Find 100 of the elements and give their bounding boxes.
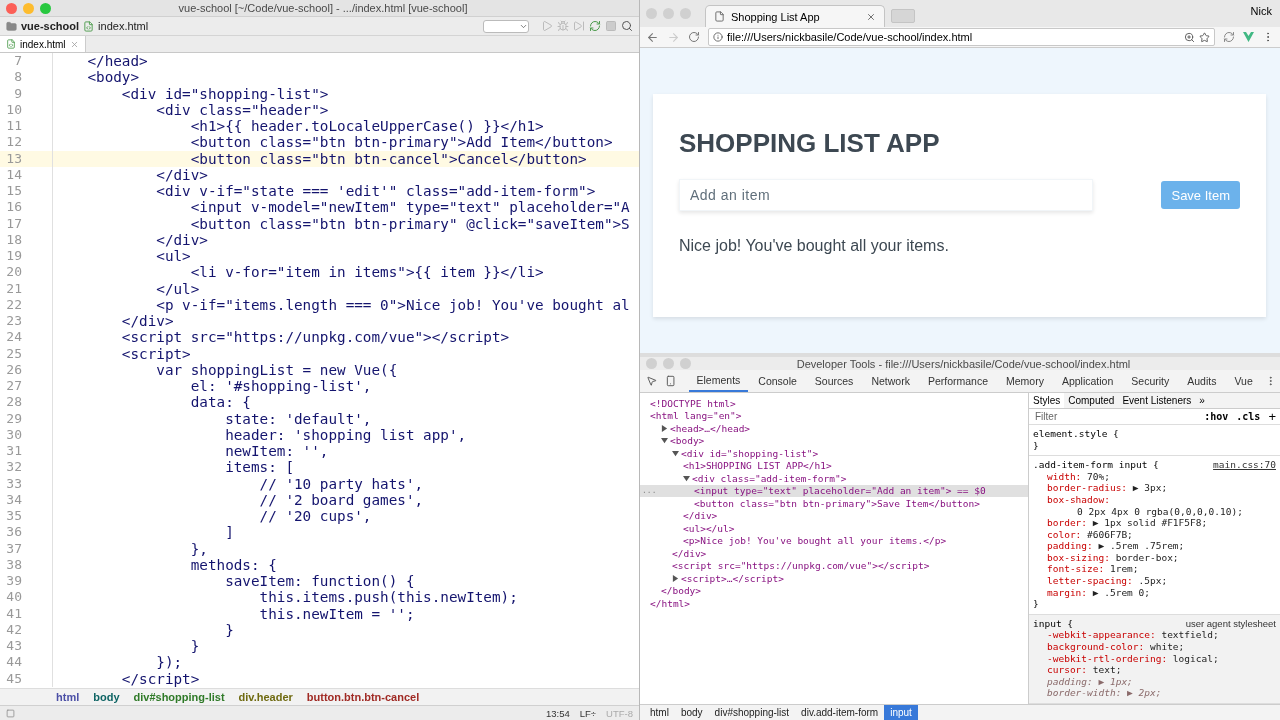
devtools-tab[interactable]: Performance	[919, 370, 996, 392]
css-property: cursor:	[1047, 664, 1088, 676]
dom-node-text: <div class="add-item-form">	[692, 472, 847, 484]
path-item[interactable]: div.header	[238, 691, 293, 703]
breadcrumb-item[interactable]: index.html	[98, 20, 149, 32]
devtools-tab[interactable]: Vue	[1226, 370, 1261, 392]
window-close-button[interactable]	[646, 358, 657, 369]
dom-node-text: <body>	[670, 435, 705, 447]
disclosure-triangle-icon[interactable]	[672, 449, 679, 457]
code-line: data: {	[189, 394, 251, 411]
path-item[interactable]: body	[93, 691, 120, 703]
path-item[interactable]: button.btn.btn-cancel	[306, 691, 420, 703]
dom-node-row[interactable]: </div>	[640, 509, 1028, 522]
file-tab[interactable]: index.html	[0, 36, 86, 52]
address-bar[interactable]: file:///Users/nickbasile/Code/vue-school/index.html	[708, 28, 1215, 46]
stop-icon[interactable]	[605, 20, 617, 32]
forward-icon[interactable]	[667, 30, 680, 44]
sync-icon[interactable]	[589, 20, 601, 32]
window-minimize-button[interactable]	[663, 358, 674, 369]
devtools-tab[interactable]: Network	[863, 370, 918, 392]
devtools-tab[interactable]: Console	[750, 370, 805, 392]
styles-tab[interactable]: Computed	[1064, 393, 1119, 408]
devtools-tab[interactable]: Audits	[1179, 370, 1225, 392]
disclosure-triangle-icon[interactable]	[661, 424, 668, 432]
debug-icon[interactable]	[557, 20, 569, 32]
dom-node-row[interactable]: <script>…</script>	[640, 572, 1028, 585]
disclosure-triangle-icon[interactable]	[672, 574, 679, 582]
window-close-button[interactable]	[646, 8, 657, 19]
stylesheet-source[interactable]: main.css:70	[1213, 459, 1276, 471]
disclosure-triangle-icon[interactable]	[683, 474, 690, 482]
dom-node-text: <!DOCTYPE html>	[650, 397, 736, 409]
inspect-icon[interactable]	[646, 375, 658, 387]
dom-node-row[interactable]: <button class="btn btn-primary">Save Item</button>	[640, 497, 1028, 510]
disclosure-triangle-icon[interactable]	[661, 437, 668, 445]
window-zoom-button[interactable]	[680, 8, 691, 19]
dom-node-row[interactable]: <html lang="en">	[640, 409, 1028, 422]
code-line: </script>	[120, 670, 200, 687]
path-item[interactable]: html	[56, 691, 80, 703]
devtools-tab[interactable]: Security	[1123, 370, 1178, 392]
css-property: -webkit-appearance:	[1047, 629, 1156, 641]
dom-node-row[interactable]: ... <input type="text" placeholder="Add an item"> == $0	[640, 484, 1028, 497]
device-icon[interactable]	[665, 375, 677, 387]
reload-icon[interactable]	[688, 31, 700, 43]
dom-node-row[interactable]: <script src="https://unpkg.com/vue"></script>	[640, 559, 1028, 572]
run-icon[interactable]	[541, 20, 553, 32]
window-zoom-button[interactable]	[680, 358, 691, 369]
line-number: 43	[5, 638, 22, 655]
line-number: 36	[5, 524, 22, 541]
close-icon[interactable]	[69, 39, 79, 49]
dom-node-row[interactable]: </body>	[640, 584, 1028, 597]
browser-tab[interactable]: Shopping List App	[705, 5, 885, 27]
code-line: this.newItem = '';	[258, 605, 415, 622]
star-icon[interactable]	[1199, 31, 1210, 43]
vue-logo-icon[interactable]	[1243, 32, 1254, 42]
dom-node-row[interactable]: <!DOCTYPE html>	[640, 397, 1028, 410]
styles-tab[interactable]: Styles	[1029, 393, 1065, 408]
line-number: 33	[5, 475, 22, 492]
line-ending[interactable]: LF÷	[579, 707, 597, 719]
dom-node-row[interactable]: <div class="add-item-form">	[640, 472, 1028, 485]
run-configuration-dropdown[interactable]	[483, 19, 529, 33]
zoom-icon[interactable]	[1184, 31, 1195, 43]
cursor-position[interactable]: 13:54	[546, 707, 570, 719]
code-line: <body>	[86, 69, 140, 86]
step-icon[interactable]	[573, 20, 585, 32]
add-rule-button[interactable]: +	[1268, 408, 1276, 424]
window-minimize-button[interactable]	[23, 2, 34, 14]
dom-path-item[interactable]: div.add-item-form	[795, 705, 885, 720]
hover-toggle[interactable]: :hov	[1204, 410, 1229, 422]
breadcrumb-item[interactable]: vue-school	[21, 20, 80, 32]
close-icon[interactable]	[866, 11, 876, 22]
back-icon[interactable]	[646, 30, 659, 44]
rule-close: }	[1033, 439, 1039, 451]
dom-node-row[interactable]: <p>Nice job! You've bought all your items.</p>	[640, 534, 1028, 547]
dom-path-item[interactable]: input	[884, 705, 918, 720]
devtools-tab[interactable]: Application	[1053, 370, 1122, 392]
devtools-tab[interactable]: Sources	[806, 370, 862, 392]
dom-path-item[interactable]: html	[644, 705, 675, 720]
dom-node-row[interactable]: <h1>SHOPPING LIST APP</h1>	[640, 459, 1028, 472]
item-input[interactable]: Add an item	[679, 179, 1093, 211]
profile-name[interactable]: Nick	[1250, 5, 1272, 17]
search-icon[interactable]	[621, 20, 633, 32]
window-minimize-button[interactable]	[663, 8, 674, 19]
dom-node-row[interactable]: <ul></ul>	[640, 522, 1028, 535]
dom-node-row[interactable]: </div>	[640, 547, 1028, 560]
panel-icon[interactable]	[6, 708, 15, 718]
window-zoom-button[interactable]	[40, 2, 51, 14]
class-toggle[interactable]: .cls	[1236, 410, 1261, 422]
devtools-tab[interactable]: Memory	[998, 370, 1052, 392]
dom-node-text: </div>	[672, 547, 707, 559]
dom-node-row[interactable]: <head>…</head>	[640, 422, 1028, 435]
dom-path-item[interactable]: div#shopping-list	[708, 705, 796, 720]
path-item[interactable]: div#shopping-list	[133, 691, 225, 703]
dom-node-row[interactable]: <div id="shopping-list">	[640, 447, 1028, 460]
devtools-tab[interactable]: Elements	[688, 370, 749, 392]
dom-path-item[interactable]: body	[674, 705, 709, 720]
styles-tab[interactable]: Event Listeners	[1118, 393, 1196, 408]
dom-node-row[interactable]: <body>	[640, 434, 1028, 447]
window-close-button[interactable]	[6, 2, 17, 14]
dom-node-row[interactable]: </html>	[640, 597, 1028, 610]
styles-tab[interactable]: »	[1195, 393, 1209, 408]
